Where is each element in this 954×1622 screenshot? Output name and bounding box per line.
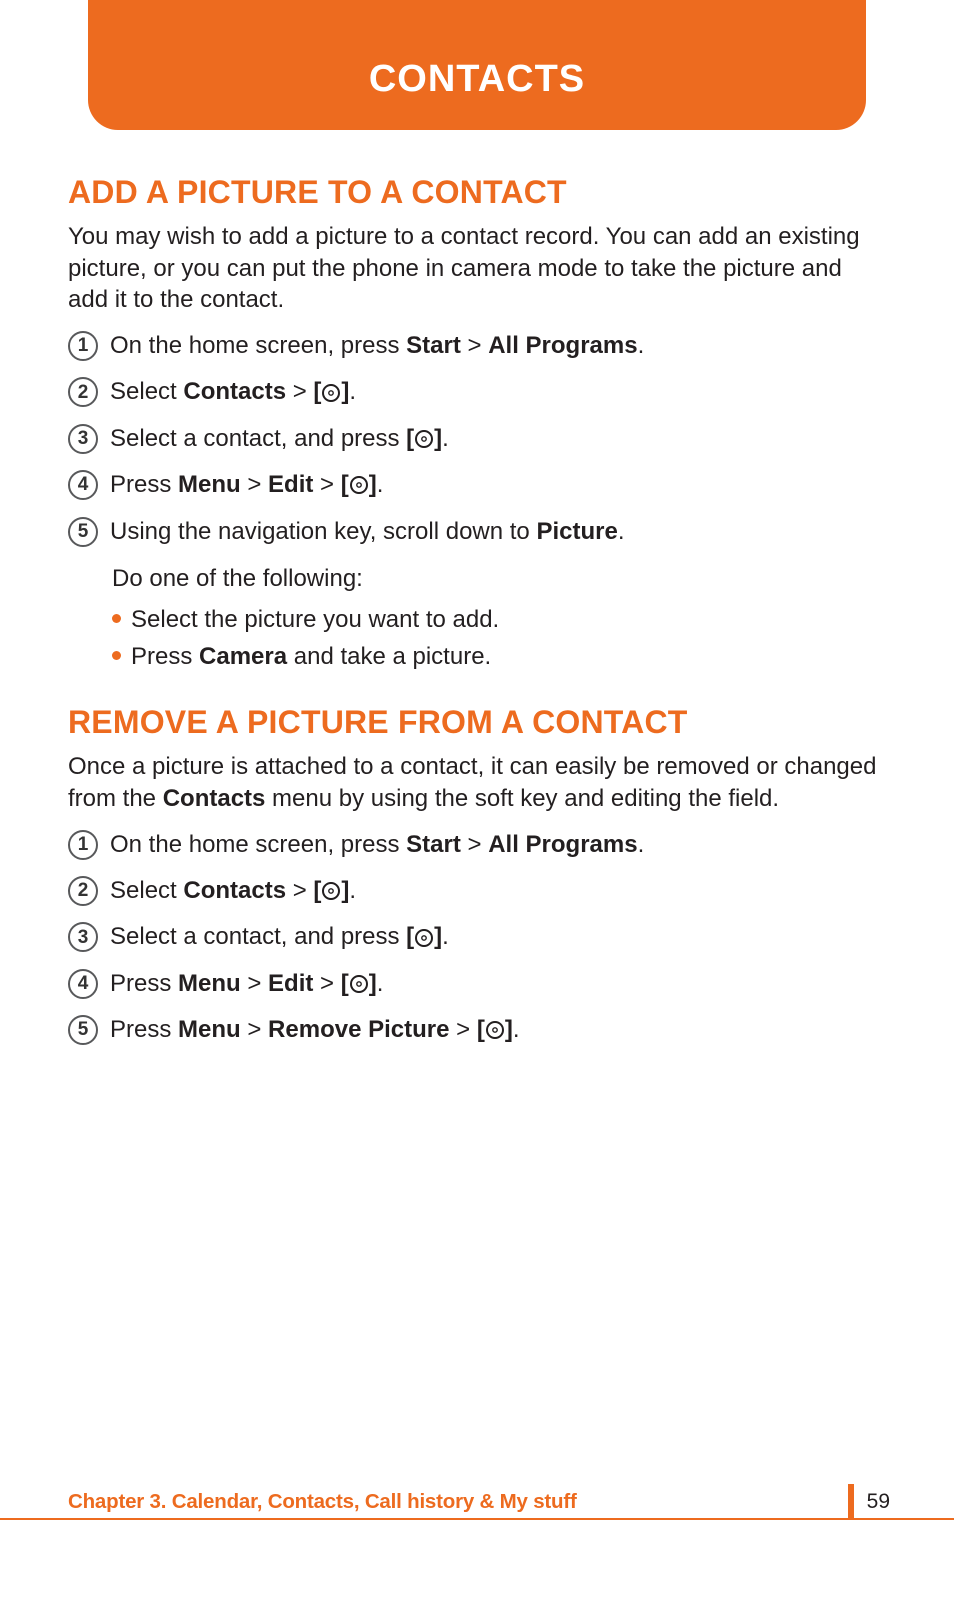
step-item: 3 Select a contact, and press []. xyxy=(68,423,886,455)
step-text: Press Menu > Edit > []. xyxy=(110,469,886,501)
ok-key-icon: [] xyxy=(406,423,442,455)
content-area: ADD A PICTURE TO A CONTACT You may wish … xyxy=(68,160,886,1061)
step-number-icon: 3 xyxy=(68,922,98,952)
substep-bullet-list: Select the picture you want to add. Pres… xyxy=(112,603,886,675)
section2-intro: Once a picture is attached to a contact,… xyxy=(68,751,886,814)
bullet-dot-icon xyxy=(112,614,121,623)
section-heading-remove-picture: REMOVE A PICTURE FROM A CONTACT xyxy=(68,704,886,741)
footer-divider-bar xyxy=(848,1484,854,1520)
step-number-icon: 5 xyxy=(68,517,98,547)
step-item: 5 Using the navigation key, scroll down … xyxy=(68,516,886,548)
section2-step-list: 1 On the home screen, press Start > All … xyxy=(68,829,886,1047)
page-footer: Chapter 3. Calendar, Contacts, Call hist… xyxy=(0,1484,954,1520)
ok-key-icon: [] xyxy=(313,875,349,907)
ok-key-icon: [] xyxy=(341,469,377,501)
step-text: Using the navigation key, scroll down to… xyxy=(110,516,886,548)
footer-chapter-label: Chapter 3. Calendar, Contacts, Call hist… xyxy=(68,1490,577,1514)
step-item: 4 Press Menu > Edit > []. xyxy=(68,469,886,501)
step-item: 1 On the home screen, press Start > All … xyxy=(68,330,886,362)
manual-page: CONTACTS ADD A PICTURE TO A CONTACT You … xyxy=(0,0,954,1622)
ok-key-icon: [] xyxy=(341,968,377,1000)
step-text: Select a contact, and press []. xyxy=(110,921,886,953)
step-number-icon: 3 xyxy=(68,424,98,454)
footer-rule xyxy=(0,1518,954,1520)
step-item: 1 On the home screen, press Start > All … xyxy=(68,829,886,861)
section1-intro: You may wish to add a picture to a conta… xyxy=(68,221,886,316)
ok-key-icon: [] xyxy=(313,376,349,408)
ok-key-icon: [] xyxy=(477,1014,513,1046)
step-number-icon: 4 xyxy=(68,470,98,500)
bullet-item: Select the picture you want to add. xyxy=(112,603,886,638)
section1-substeps: Do one of the following: Select the pict… xyxy=(112,562,886,674)
step-number-icon: 2 xyxy=(68,377,98,407)
step-item: 2 Select Contacts > []. xyxy=(68,376,886,408)
step-text: On the home screen, press Start > All Pr… xyxy=(110,829,886,861)
step-number-icon: 4 xyxy=(68,969,98,999)
bullet-item: Press Camera and take a picture. xyxy=(112,640,886,675)
step-item: 3 Select a contact, and press []. xyxy=(68,921,886,953)
bullet-dot-icon xyxy=(112,651,121,660)
step-item: 5 Press Menu > Remove Picture > []. xyxy=(68,1014,886,1046)
ok-key-icon: [] xyxy=(406,921,442,953)
step-text: On the home screen, press Start > All Pr… xyxy=(110,330,886,362)
footer-page-number: 59 xyxy=(867,1490,890,1514)
section1-step-list: 1 On the home screen, press Start > All … xyxy=(68,330,886,548)
step-text: Press Menu > Remove Picture > []. xyxy=(110,1014,886,1046)
step-text: Press Menu > Edit > []. xyxy=(110,968,886,1000)
step-number-icon: 1 xyxy=(68,830,98,860)
step-number-icon: 1 xyxy=(68,331,98,361)
step-text: Select a contact, and press []. xyxy=(110,423,886,455)
step-text: Select Contacts > []. xyxy=(110,875,886,907)
substep-lead: Do one of the following: xyxy=(112,562,886,597)
step-number-icon: 5 xyxy=(68,1015,98,1045)
header-banner: CONTACTS xyxy=(88,0,866,130)
step-item: 4 Press Menu > Edit > []. xyxy=(68,968,886,1000)
page-title: CONTACTS xyxy=(369,30,585,101)
step-number-icon: 2 xyxy=(68,876,98,906)
step-text: Select Contacts > []. xyxy=(110,376,886,408)
step-item: 2 Select Contacts > []. xyxy=(68,875,886,907)
section-heading-add-picture: ADD A PICTURE TO A CONTACT xyxy=(68,174,886,211)
